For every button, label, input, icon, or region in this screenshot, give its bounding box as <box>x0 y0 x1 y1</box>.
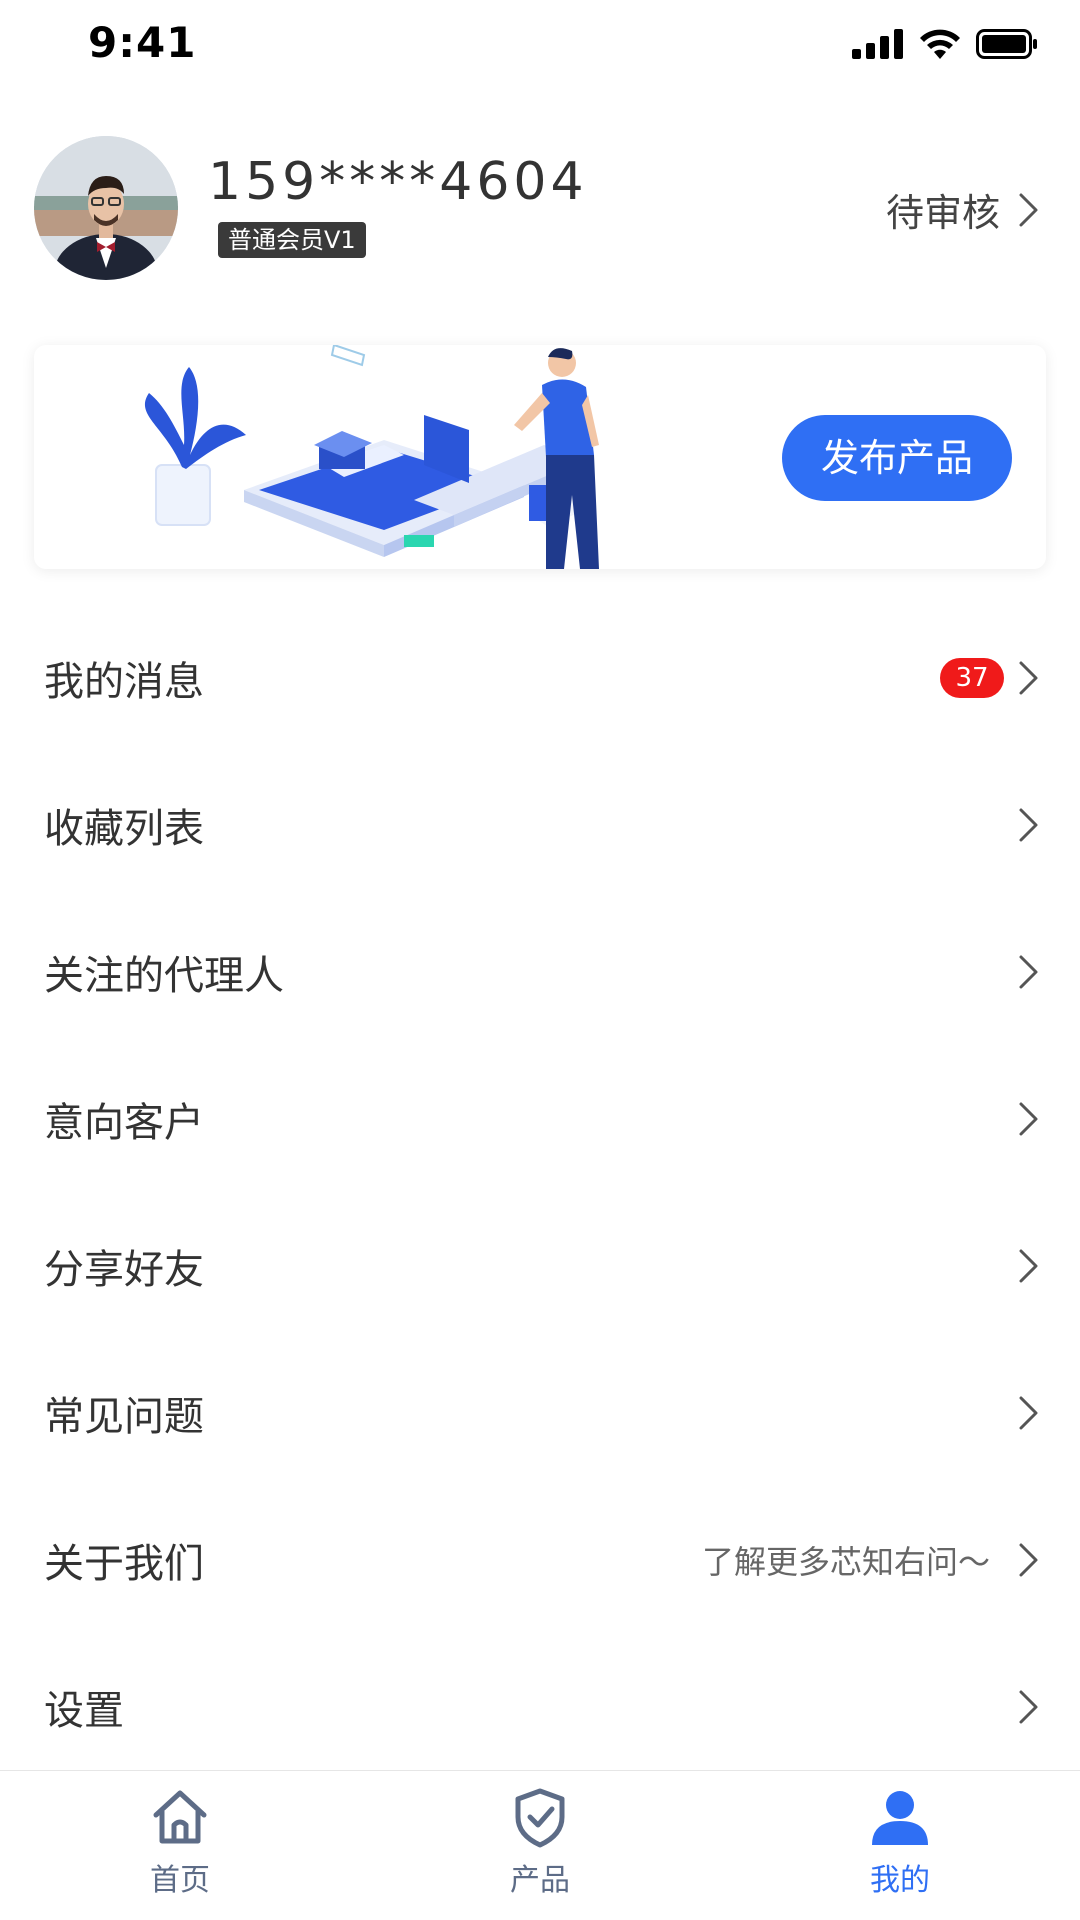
avatar[interactable] <box>34 136 178 280</box>
tab-label: 首页 <box>150 1863 210 1898</box>
tab-label: 我的 <box>870 1863 930 1898</box>
wifi-icon <box>920 29 960 59</box>
menu-item-right <box>1018 954 1040 990</box>
chevron-right-icon <box>1019 1690 1038 1723</box>
avatar-image <box>34 136 178 280</box>
menu-item-settings[interactable]: 设置 <box>0 1633 1080 1780</box>
shield-check-icon <box>515 1788 565 1848</box>
chevron-right-icon <box>1019 1102 1038 1135</box>
bottom-tab-bar: 首页 产品 我的 <box>0 1770 1080 1920</box>
unread-count-badge: 37 <box>940 657 1004 698</box>
menu-item-share[interactable]: 分享好友 <box>0 1192 1080 1339</box>
menu-item-messages[interactable]: 我的消息 37 <box>0 604 1080 751</box>
menu-item-label: 设置 <box>44 1687 124 1734</box>
about-hint-text: 了解更多芯知右问～ <box>701 1542 990 1581</box>
publish-banner: 发布产品 <box>34 345 1046 569</box>
menu-item-favorites[interactable]: 收藏列表 <box>0 751 1080 898</box>
member-level-badge: 普通会员V1 <box>218 222 366 258</box>
signal-icon <box>852 29 903 59</box>
chevron-right-icon <box>1019 955 1038 988</box>
menu-item-right <box>1018 1689 1040 1725</box>
menu-item-label: 我的消息 <box>44 658 204 705</box>
menu-item-prospects[interactable]: 意向客户 <box>0 1045 1080 1192</box>
tab-mine[interactable]: 我的 <box>720 1771 1080 1920</box>
menu-item-label: 意向客户 <box>44 1099 204 1146</box>
menu-item-about[interactable]: 关于我们 了解更多芯知右问～ <box>0 1486 1080 1633</box>
tab-label: 产品 <box>510 1863 570 1898</box>
menu-item-right: 了解更多芯知右问～ <box>702 1537 1040 1583</box>
chevron-right-icon <box>1019 808 1038 841</box>
menu-item-right <box>1018 1101 1040 1137</box>
menu-item-label: 分享好友 <box>44 1246 204 1293</box>
menu-item-label: 收藏列表 <box>44 805 204 852</box>
battery-icon <box>976 29 1037 59</box>
home-icon <box>153 1790 207 1844</box>
menu-item-followed-agents[interactable]: 关注的代理人 <box>0 898 1080 1045</box>
chevron-right-icon <box>1019 1249 1038 1282</box>
menu-item-right <box>1018 1395 1040 1431</box>
status-icons <box>852 26 1038 62</box>
tab-products[interactable]: 产品 <box>360 1771 720 1920</box>
menu-item-right <box>1018 1248 1040 1284</box>
menu-list: 我的消息 37 收藏列表 关注的代理人 意向客户 分享好友 常见问题 关于我们 … <box>0 604 1080 1780</box>
status-time: 9:41 <box>88 18 197 67</box>
chevron-right-icon <box>1019 1396 1038 1429</box>
phone-number: 159****4604 <box>208 152 588 212</box>
review-status-link[interactable]: 待审核 <box>886 182 1040 237</box>
review-status-label: 待审核 <box>885 191 1000 235</box>
publish-product-button[interactable]: 发布产品 <box>782 415 1012 501</box>
menu-item-label: 关于我们 <box>44 1540 204 1587</box>
chevron-right-icon <box>1019 661 1038 694</box>
menu-item-label: 常见问题 <box>44 1393 204 1440</box>
profile-header: 159****4604 普通会员V1 待审核 <box>0 130 1080 290</box>
user-icon <box>872 1791 928 1845</box>
banner-illustration <box>144 345 599 569</box>
chevron-right-icon <box>1019 1543 1038 1576</box>
menu-item-faq[interactable]: 常见问题 <box>0 1339 1080 1486</box>
chevron-right-icon <box>1019 193 1038 226</box>
menu-item-right: 37 <box>940 657 1040 698</box>
menu-item-right <box>1018 807 1040 843</box>
menu-item-label: 关注的代理人 <box>44 952 284 999</box>
tab-home[interactable]: 首页 <box>0 1771 360 1920</box>
status-bar: 9:41 <box>0 0 1080 90</box>
